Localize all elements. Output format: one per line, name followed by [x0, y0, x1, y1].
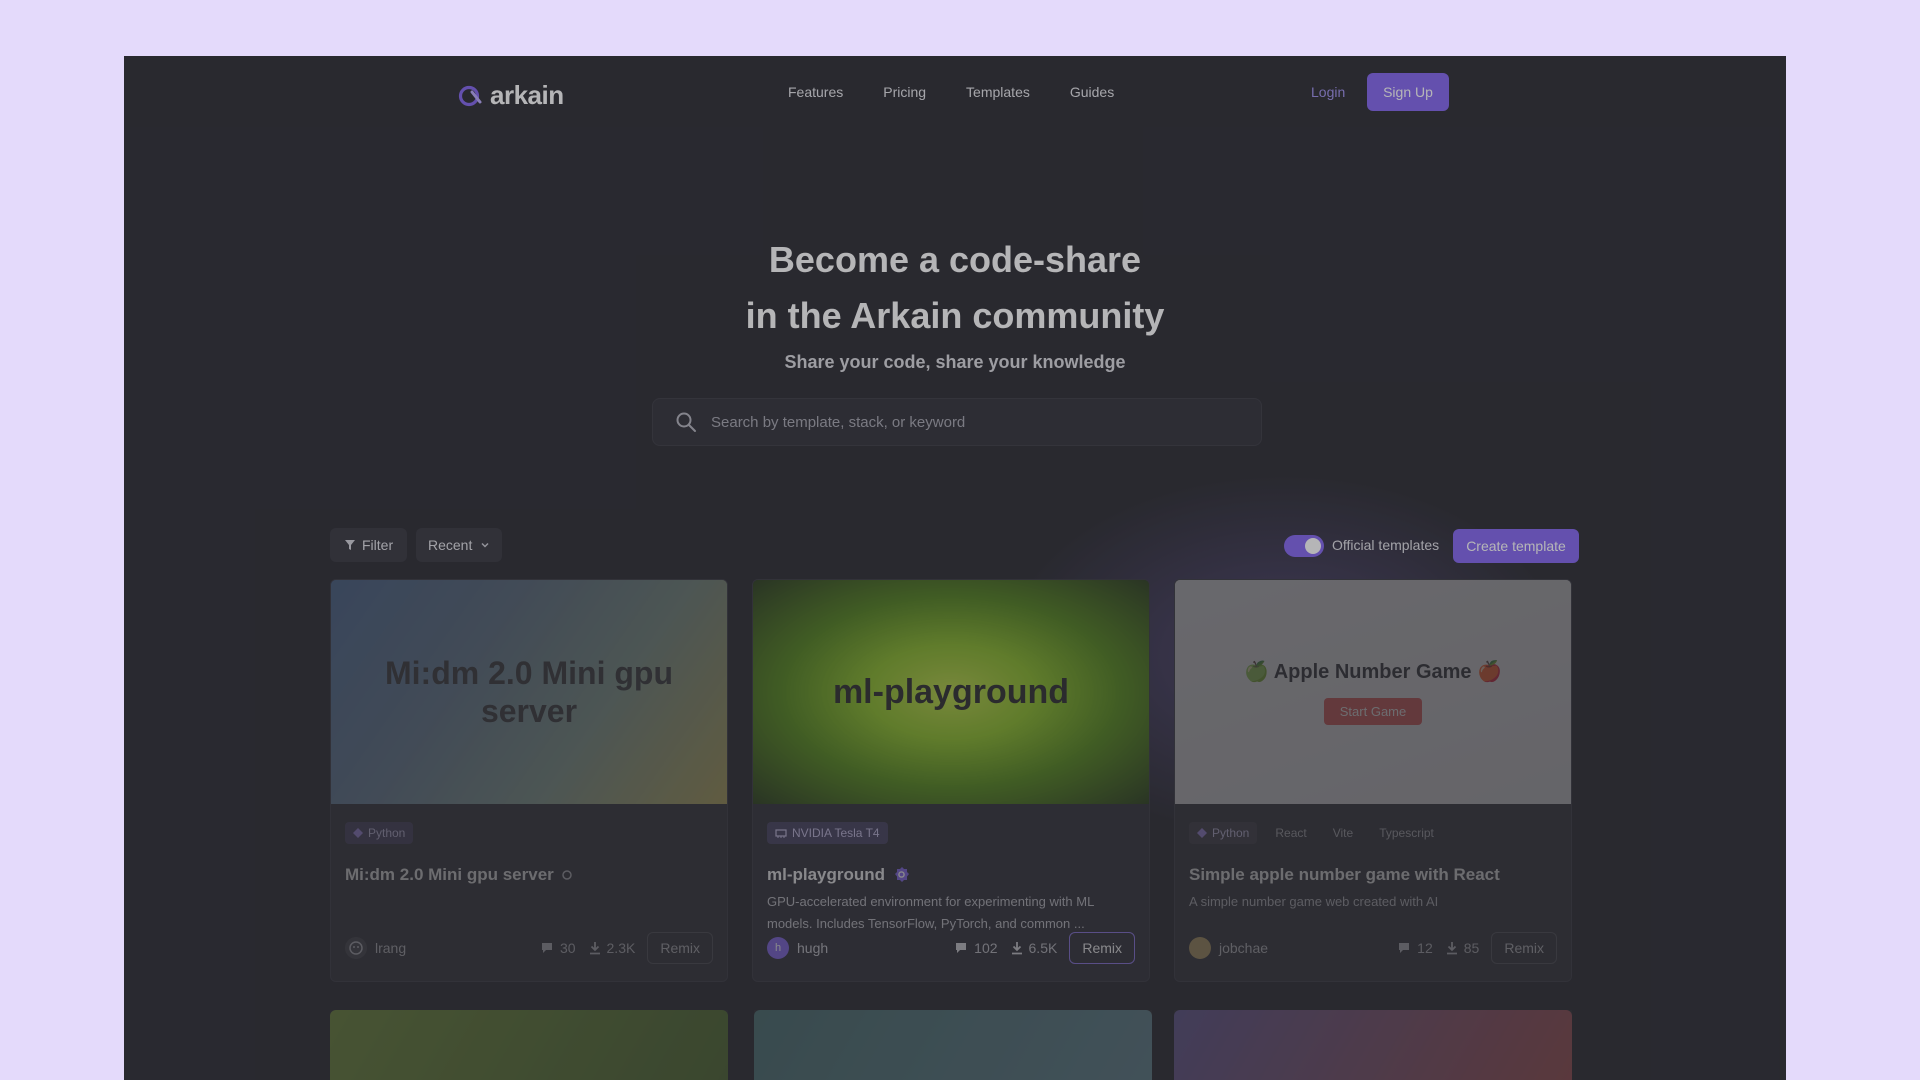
diamond-icon [1197, 828, 1207, 838]
tag-typescript: Typescript [1379, 826, 1434, 840]
card-thumbnail: 🍏 Apple Number Game 🍎 Start Game [1175, 580, 1571, 804]
nav-templates[interactable]: Templates [966, 84, 1030, 100]
card-description: GPU-accelerated environment for experime… [767, 894, 1094, 931]
card-description: A simple number game web created with AI [1189, 894, 1439, 909]
filter-label: Filter [362, 537, 394, 553]
avatar [1189, 937, 1211, 959]
signup-button[interactable]: Sign Up [1367, 73, 1449, 111]
search-icon [676, 412, 696, 432]
logo[interactable]: arkain [458, 80, 564, 111]
template-card-partial-2[interactable] [754, 1010, 1152, 1080]
comment-icon [541, 943, 552, 953]
remix-button[interactable]: Remix [1069, 932, 1135, 964]
download-icon [1011, 942, 1022, 955]
template-card-partial-1[interactable] [330, 1010, 728, 1080]
comments-count: 12 [1398, 940, 1433, 956]
card-title: Mi:dm 2.0 Mini gpu server [345, 865, 572, 885]
card-stats: 12 85 [1398, 940, 1479, 956]
sort-dropdown[interactable]: Recent [416, 528, 503, 562]
login-link[interactable]: Login [1311, 84, 1345, 100]
hero-title-line2: in the Arkain community [745, 295, 1165, 336]
comments-count: 30 [541, 940, 576, 956]
downloads-count: 2.3K [588, 940, 635, 956]
template-card-apple-game[interactable]: 🍏 Apple Number Game 🍎 Start Game Python … [1174, 579, 1572, 982]
official-badge-icon [562, 870, 572, 880]
nav-features[interactable]: Features [788, 84, 843, 100]
card-title: ml-playground [767, 865, 911, 885]
avatar [345, 937, 367, 959]
card-footer: lrang 30 2.3K Remix [345, 931, 713, 965]
template-card-midm[interactable]: Mi:dm 2.0 Mini gpu server Python Mi:dm 2… [330, 579, 728, 982]
nav-guides[interactable]: Guides [1070, 84, 1114, 100]
card-thumbnail: ml-playground [753, 580, 1149, 804]
logo-icon [458, 85, 482, 106]
filter-icon [345, 540, 355, 550]
download-icon [589, 942, 600, 955]
card-title: Simple apple number game with React [1189, 865, 1500, 884]
author-name[interactable]: lrang [375, 940, 406, 956]
sort-label: Recent [428, 537, 473, 553]
thumbnail-title: 🍏 Apple Number Game 🍎 [1244, 661, 1502, 683]
card-overlay [1174, 1010, 1572, 1080]
downloads-count: 6.5K [1010, 940, 1057, 956]
thumbnail-title: Mi:dm 2.0 Mini gpu server [385, 655, 673, 729]
browser-window: arkain Features Pricing Templates Guides… [124, 56, 1786, 1080]
main-nav: Features Pricing Templates Guides [788, 84, 1114, 100]
remix-button[interactable]: Remix [1491, 932, 1557, 964]
tag-python: Python [1189, 822, 1258, 844]
hero-subtitle: Share your code, share your knowledge [784, 352, 1126, 372]
logo-text: arkain [490, 80, 564, 110]
bot-avatar-icon [349, 941, 363, 955]
gpu-icon [775, 829, 787, 838]
card-overlay [754, 1010, 1152, 1080]
comment-icon [956, 943, 967, 953]
card-footer: jobchae 12 85 Remix [1189, 931, 1557, 965]
thumbnail-title: ml-playground [832, 672, 1070, 711]
create-template-button[interactable]: Create template [1453, 529, 1579, 563]
template-card-partial-3[interactable] [1174, 1010, 1572, 1080]
tag-react: React [1275, 826, 1307, 840]
card-tags: NVIDIA Tesla T4 [767, 822, 888, 844]
filter-button[interactable]: Filter [330, 528, 408, 562]
author-name[interactable]: jobchae [1219, 940, 1268, 956]
tag-python: Python [345, 822, 414, 844]
diamond-icon [353, 828, 363, 838]
card-tags: Python React Vite Typescript [1189, 822, 1442, 844]
card-footer: h hugh 102 6.5K Remix [767, 931, 1135, 965]
tag-vite: Vite [1332, 826, 1354, 840]
comment-icon [1399, 943, 1410, 953]
tag-gpu: NVIDIA Tesla T4 [767, 822, 888, 844]
comments-count: 102 [955, 940, 998, 956]
card-stats: 30 2.3K [541, 940, 635, 956]
hero-title-line1: Become a code-share [768, 239, 1142, 280]
card-stats: 102 6.5K [955, 940, 1057, 956]
card-tags: Python [345, 822, 414, 844]
downloads-count: 85 [1445, 940, 1479, 956]
official-templates-toggle[interactable] [1284, 535, 1324, 557]
card-overlay [330, 1010, 728, 1080]
card-thumbnail: Mi:dm 2.0 Mini gpu server [331, 580, 727, 804]
template-card-ml-playground[interactable]: ml-playground NVIDIA Tesla T4 ml-playgro… [752, 579, 1150, 982]
search-placeholder: Search by template, stack, or keyword [711, 413, 966, 431]
official-templates-label: Official templates [1332, 537, 1440, 553]
official-badge-icon [895, 867, 910, 882]
chevron-down-icon [481, 542, 489, 548]
nav-pricing[interactable]: Pricing [883, 84, 926, 100]
remix-button[interactable]: Remix [647, 932, 713, 964]
thumbnail-start-button: Start Game [1323, 698, 1423, 725]
download-icon [1446, 942, 1457, 955]
author-name[interactable]: hugh [797, 940, 828, 956]
search-input[interactable]: Search by template, stack, or keyword [652, 398, 1262, 446]
avatar: h [767, 937, 789, 959]
